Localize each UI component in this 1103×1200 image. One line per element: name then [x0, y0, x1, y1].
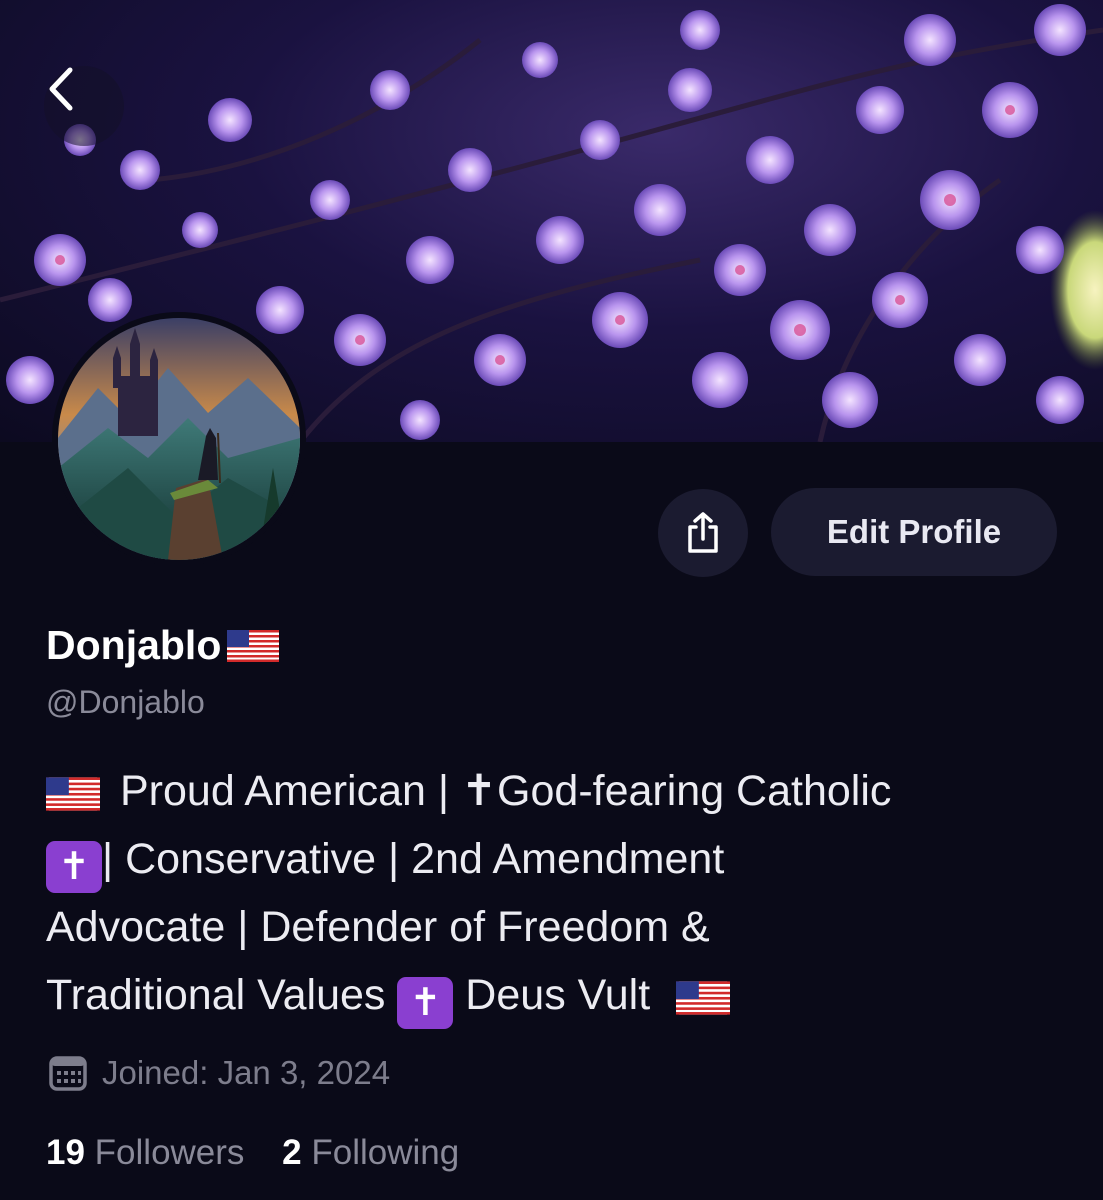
profile-bio: Proud American | ✝God-fearing Catholic ✝…: [46, 757, 1066, 1029]
latin-cross-icon: ✝: [46, 841, 102, 893]
back-button[interactable]: [44, 66, 124, 146]
username-handle: @Donjablo: [46, 684, 205, 720]
bio-text: Traditional Values: [46, 971, 398, 1019]
following-label: Following: [311, 1133, 460, 1172]
us-flag-icon: [46, 777, 100, 811]
us-flag-icon: [227, 629, 280, 662]
share-button[interactable]: [658, 489, 748, 577]
followers-link[interactable]: 19 Followers: [46, 1133, 254, 1172]
display-name-text: Donjablo: [46, 622, 222, 668]
bio-line-4: Traditional Values ✝ Deus Vult: [46, 961, 1066, 1029]
display-name: Donjablo: [46, 622, 280, 669]
bio-text: Deus Vult: [453, 971, 663, 1019]
followers-count: 19: [46, 1133, 85, 1172]
bio-line-3: Advocate | Defender of Freedom &: [46, 903, 710, 951]
edit-profile-button[interactable]: Edit Profile: [771, 488, 1057, 576]
following-count: 2: [282, 1133, 302, 1172]
bio-line-1: Proud American | ✝God-fearing Catholic: [46, 757, 1066, 825]
follow-stats: 19 Followers 2 Following: [46, 1133, 459, 1173]
following-link[interactable]: 2 Following: [282, 1133, 459, 1172]
share-icon: [688, 512, 718, 553]
us-flag-icon: [676, 981, 731, 1015]
followers-label: Followers: [94, 1133, 245, 1172]
avatar-castle-image: [58, 318, 300, 560]
bio-text: Proud American: [120, 767, 438, 815]
bio-text: | Conservative | 2nd Amendment: [102, 835, 725, 883]
latin-cross-icon: ✝: [397, 977, 454, 1029]
joined-date: Joined: Jan 3, 2024: [48, 1054, 390, 1092]
calendar-icon: [49, 1056, 87, 1091]
bio-separator: |: [437, 767, 450, 815]
joined-text: Joined: Jan 3, 2024: [102, 1054, 391, 1091]
chevron-left-icon: [49, 67, 73, 111]
bio-text: ✝God-fearing Catholic: [449, 767, 892, 815]
bio-line-2: ✝ | Conservative | 2nd Amendment: [46, 825, 1066, 893]
avatar[interactable]: [52, 312, 306, 566]
